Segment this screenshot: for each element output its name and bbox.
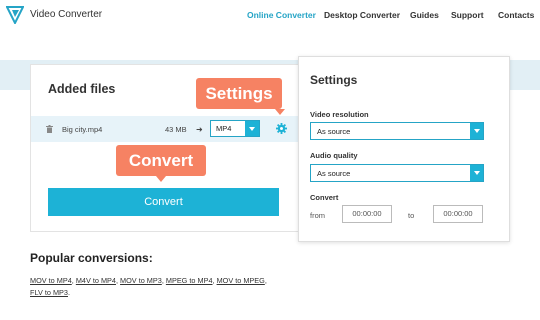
brand-name[interactable]: Video Converter (30, 9, 102, 20)
trash-icon[interactable] (46, 125, 53, 133)
nav-contacts[interactable]: Contacts (498, 10, 534, 20)
chevron-down-icon[interactable] (470, 123, 483, 139)
convert-range-label: Convert (310, 193, 339, 202)
format-value: MP4 (216, 124, 232, 133)
file-name: Big city.mp4 (62, 125, 103, 134)
callout-settings-pointer (275, 109, 285, 115)
popular-link[interactable]: MOV to MPEG (217, 276, 265, 285)
callout-convert-pointer (156, 176, 166, 182)
video-resolution-label: Video resolution (310, 110, 369, 119)
audio-quality-label: Audio quality (310, 151, 358, 160)
popular-conversions-links: MOV to MP4, M4V to MP4, MOV to MP3, MPEG… (30, 276, 267, 297)
callout-convert: Convert (116, 145, 206, 176)
from-time-input[interactable]: 00:00:00 (342, 205, 392, 223)
from-label: from (310, 211, 325, 220)
popular-link[interactable]: MOV to MP4 (30, 276, 72, 285)
popular-link[interactable]: MPEG to MP4 (166, 276, 213, 285)
nav-guides[interactable]: Guides (410, 10, 439, 20)
nav-desktop-converter[interactable]: Desktop Converter (324, 10, 400, 20)
chevron-down-icon[interactable] (245, 121, 259, 136)
logo-icon[interactable] (6, 6, 24, 24)
callout-settings: Settings (196, 78, 282, 109)
popular-link[interactable]: MOV to MP3 (120, 276, 162, 285)
popular-conversions-title: Popular conversions: (30, 251, 153, 265)
chevron-down-icon[interactable] (470, 165, 483, 181)
to-time-input[interactable]: 00:00:00 (433, 205, 483, 223)
arrow-right-icon: ➜ (196, 125, 203, 134)
popular-link[interactable]: M4V to MP4 (76, 276, 116, 285)
added-files-title: Added files (48, 82, 116, 96)
gear-icon[interactable] (276, 123, 287, 134)
nav-online-converter[interactable]: Online Converter (247, 10, 316, 20)
audio-quality-value: As source (317, 169, 351, 178)
video-resolution-value: As source (317, 127, 351, 136)
nav-support[interactable]: Support (451, 10, 484, 20)
popular-link[interactable]: FLV to MP3 (30, 288, 68, 297)
convert-button[interactable]: Convert (48, 188, 279, 216)
to-label: to (408, 211, 415, 220)
settings-title: Settings (310, 73, 358, 87)
file-size: 43 MB (165, 125, 187, 134)
